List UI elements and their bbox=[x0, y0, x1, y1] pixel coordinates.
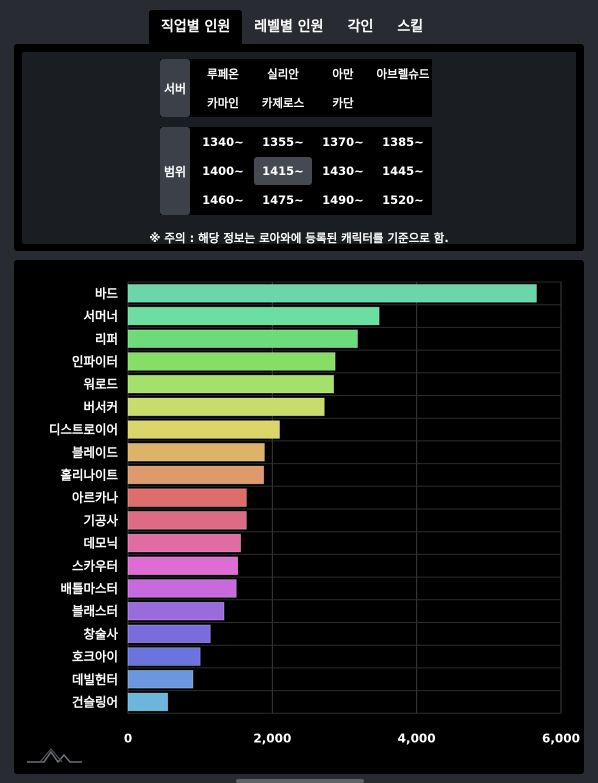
bar bbox=[127, 284, 537, 303]
category-label: 리퍼 bbox=[95, 331, 118, 346]
tab-engraving[interactable]: 각인 bbox=[336, 10, 386, 44]
server-option[interactable]: 아브렐슈드 bbox=[374, 60, 432, 88]
category-label: 창술사 bbox=[83, 626, 118, 641]
category-label: 배틀마스터 bbox=[60, 581, 118, 596]
category-label: 스카우터 bbox=[72, 558, 118, 573]
filter-panel: 서버 루페온 실리안 아만 아브렐슈드 카마인 카제로스 카단 범위 1340~… bbox=[14, 44, 584, 251]
bar bbox=[127, 352, 336, 371]
scrollbar-thumb[interactable] bbox=[236, 779, 364, 783]
range-option[interactable]: 1400~ bbox=[194, 157, 252, 185]
bar bbox=[127, 601, 225, 621]
range-filter: 범위 1340~ 1355~ 1370~ 1385~ 1400~ 1415~ 1… bbox=[160, 127, 432, 215]
logo-icon bbox=[27, 748, 82, 764]
category-label: 블래스터 bbox=[72, 604, 118, 619]
range-option[interactable]: 1370~ bbox=[314, 128, 372, 156]
x-tick-label: 6,000 bbox=[542, 731, 580, 745]
filter-inner: 서버 루페온 실리안 아만 아브렐슈드 카마인 카제로스 카단 범위 1340~… bbox=[22, 52, 576, 245]
tab-level-count[interactable]: 레벨별 인원 bbox=[242, 10, 335, 44]
x-tick-label: 2,000 bbox=[253, 731, 291, 745]
category-label: 디스트로이어 bbox=[49, 422, 118, 437]
bar bbox=[127, 465, 265, 485]
server-option[interactable]: 실리안 bbox=[254, 60, 312, 88]
bar bbox=[127, 669, 194, 689]
server-filter: 서버 루페온 실리안 아만 아브렐슈드 카마인 카제로스 카단 bbox=[160, 59, 432, 117]
bar bbox=[127, 579, 237, 598]
category-label: 기공사 bbox=[83, 513, 118, 528]
bar bbox=[127, 329, 358, 349]
notice-text: ※ 주의 : 해당 정보는 로아와에 등록된 캐릭터를 기준으로 함. bbox=[149, 231, 449, 245]
range-option[interactable]: 1430~ bbox=[314, 157, 372, 185]
category-label: 바드 bbox=[95, 286, 119, 301]
category-label: 인파이터 bbox=[72, 354, 118, 369]
range-option[interactable]: 1355~ bbox=[254, 128, 312, 156]
category-label: 블레이드 bbox=[72, 445, 119, 460]
server-option[interactable]: 아만 bbox=[314, 60, 372, 88]
bar bbox=[127, 624, 211, 644]
bar bbox=[127, 511, 247, 530]
bar bbox=[127, 420, 280, 439]
category-label: 버서커 bbox=[83, 399, 118, 414]
category-label: 건슬링어 bbox=[72, 694, 118, 709]
bar bbox=[127, 374, 335, 394]
tab-class-count[interactable]: 직업별 인원 bbox=[149, 10, 243, 44]
bar bbox=[127, 533, 241, 553]
chart-panel: 바드서머너리퍼인파이터워로드버서커디스트로이어블레이드홀리나이트아르카나기공사데… bbox=[14, 260, 584, 774]
range-option-selected[interactable]: 1415~ bbox=[254, 157, 312, 185]
range-option[interactable]: 1475~ bbox=[254, 186, 312, 214]
server-option[interactable]: 카단 bbox=[314, 89, 372, 117]
bar-chart: 바드서머너리퍼인파이터워로드버서커디스트로이어블레이드홀리나이트아르카나기공사데… bbox=[49, 281, 580, 745]
tab-skill[interactable]: 스킬 bbox=[385, 10, 435, 44]
bar bbox=[127, 442, 265, 462]
category-label: 데모닉 bbox=[83, 536, 118, 551]
range-option[interactable]: 1445~ bbox=[374, 157, 432, 185]
bar bbox=[127, 556, 239, 575]
server-option[interactable]: 카마인 bbox=[194, 89, 252, 117]
server-option[interactable]: 루페온 bbox=[194, 60, 252, 88]
bar bbox=[127, 647, 201, 666]
server-option[interactable]: 카제로스 bbox=[254, 89, 312, 117]
bar bbox=[127, 692, 169, 712]
range-option[interactable]: 1490~ bbox=[314, 186, 372, 214]
category-label: 워로드 bbox=[83, 377, 118, 392]
range-option[interactable]: 1520~ bbox=[374, 186, 432, 214]
range-option[interactable]: 1460~ bbox=[194, 186, 252, 214]
bar bbox=[127, 306, 380, 326]
category-label: 호크아이 bbox=[72, 649, 118, 664]
server-filter-label: 서버 bbox=[160, 59, 190, 117]
bar bbox=[127, 488, 247, 507]
bar bbox=[127, 397, 325, 417]
category-label: 아르카나 bbox=[72, 490, 119, 505]
range-filter-label: 범위 bbox=[160, 127, 190, 215]
x-tick-label: 0 bbox=[124, 731, 132, 745]
category-label: 서머너 bbox=[83, 309, 118, 324]
x-tick-label: 4,000 bbox=[398, 731, 436, 745]
category-label: 홀리나이트 bbox=[60, 467, 118, 482]
tab-bar: 직업별 인원 레벨별 인원 각인 스킬 bbox=[149, 10, 435, 44]
range-option[interactable]: 1340~ bbox=[194, 128, 252, 156]
category-label: 데빌헌터 bbox=[72, 672, 118, 687]
range-option[interactable]: 1385~ bbox=[374, 128, 432, 156]
